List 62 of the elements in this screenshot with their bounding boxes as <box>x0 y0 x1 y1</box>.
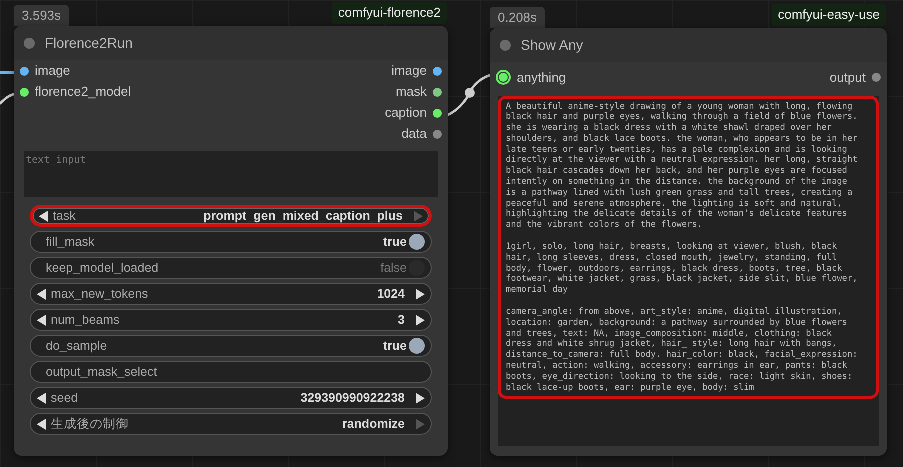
output-label: data <box>402 125 427 144</box>
package-badge: comfyui-easy-use <box>772 4 886 26</box>
widget-value: 3 <box>398 312 405 329</box>
widget-row[interactable]: output_mask_select <box>30 361 432 383</box>
output-text-area[interactable] <box>498 96 879 400</box>
wire <box>0 92 16 105</box>
left-arrow-icon[interactable] <box>37 314 47 326</box>
package-badge: comfyui-florence2 <box>332 2 447 24</box>
widget-label: keep_model_loaded <box>46 260 159 277</box>
right-arrow-icon[interactable] <box>415 288 425 300</box>
text-input-field[interactable]: text_input <box>24 151 438 197</box>
toggle-knob[interactable] <box>409 234 425 250</box>
widget-label: 生成後の制御 <box>51 416 129 433</box>
widget-label: do_sample <box>46 338 108 355</box>
widget-value: true <box>383 338 407 355</box>
input-label: florence2_model <box>35 83 132 102</box>
left-arrow-icon[interactable] <box>37 392 47 404</box>
widget-row[interactable]: seed 329390990922238 <box>30 387 432 409</box>
right-arrow-icon[interactable] <box>415 392 425 404</box>
output-paragraph: A beautiful anime-style drawing of a young woman with long, flowing black hair and purple eyes, walking through a field of blue flowers. she is wearing a black dress with a white shawl draped over her shoulders, and black lace boots. the woman, who appears to be in her late teens or early twenties, has a pale complexion and is looking directly at the viewer with a neutral expression. her long, straight black hair cascades down her back, and her purple eyes are focused intently on something in the distance. the background of the image is a pathway lined with lush green grass and tall trees, creating a peaceful and serene atmosphere. the lighting is soft and natural, highlighting the delicate details of the woman's delicate features and the vibrant colors of the flowers. <box>506 102 859 232</box>
input-label: image <box>35 62 70 80</box>
widget-label: fill_mask <box>46 234 95 251</box>
widget-value: randomize <box>342 416 405 433</box>
widget-row[interactable]: max_new_tokens 1024 <box>30 283 432 305</box>
widget-value: prompt_gen_mixed_caption_plus <box>204 208 403 225</box>
widget-label: task <box>53 208 76 225</box>
widget-row[interactable]: 生成後の制御 randomize <box>30 413 432 435</box>
output-label: caption <box>385 104 427 122</box>
node-panel[interactable] <box>14 26 448 456</box>
time-badge: 3.593s <box>14 5 70 26</box>
left-arrow-icon[interactable] <box>37 288 47 300</box>
node-title: Florence2Run <box>45 34 133 52</box>
output-paragraph: camera_angle: from above, art_style: anime, digital illustration, location: garden, background: a pathway surrounded by blue flowers and trees, text: NA, image_composition: middle, clothing: black dress and white shrug jacket, hair_ style: long hair with bangs, distance_to_camera: full body. hair_color: black, facial_expression: neutral, action: walking, accessory: earrings in ear, pants: black boots, eye_direction: looking to the side, race: light skin, shoes: black lace-up boots, ear: purple eye, body: slim <box>506 307 859 394</box>
widget-label: seed <box>51 390 78 407</box>
left-arrow-icon[interactable] <box>39 210 49 222</box>
widget-row[interactable]: keep_model_loaded false <box>30 257 432 279</box>
output-label: mask <box>396 83 427 102</box>
node-title: Show Any <box>521 36 584 55</box>
widget-row[interactable]: do_sample true <box>30 335 432 357</box>
node-header[interactable]: Show Any <box>490 28 887 62</box>
widget-row[interactable]: num_beams 3 <box>30 309 432 331</box>
left-arrow-icon[interactable] <box>37 418 47 430</box>
node-panel[interactable] <box>490 28 887 456</box>
widget-value: 1024 <box>377 286 405 303</box>
widget-value: 329390990922238 <box>300 390 405 407</box>
widget-value: true <box>383 234 407 251</box>
time-badge: 0.208s <box>490 7 546 28</box>
output-label: image <box>392 62 427 80</box>
widget-value: false <box>380 260 407 277</box>
right-arrow-icon[interactable] <box>415 314 425 326</box>
node-header[interactable]: Florence2Run <box>14 26 448 60</box>
widget-row[interactable]: task prompt_gen_mixed_caption_plus <box>30 205 432 227</box>
widget-row[interactable]: fill_mask true <box>30 231 432 253</box>
widget-label: output_mask_select <box>46 364 158 381</box>
widget-label: num_beams <box>51 312 120 329</box>
output-paragraph: 1girl, solo, long hair, breasts, looking at viewer, blush, black hair, long sleeves, dress, closed mouth, jewelry, standing, full body, flower, outdoors, earrings, black dress, boots, tree, black footwear, white jacket, grass, black jacket, side slit, blue flower, memorial day <box>506 242 859 296</box>
toggle-knob[interactable] <box>409 260 425 276</box>
widget-label: max_new_tokens <box>51 286 148 303</box>
toggle-knob[interactable] <box>409 338 425 354</box>
input-label: anything <box>517 69 566 87</box>
reroute-dot-icon <box>465 88 475 98</box>
output-label: output <box>830 69 866 87</box>
